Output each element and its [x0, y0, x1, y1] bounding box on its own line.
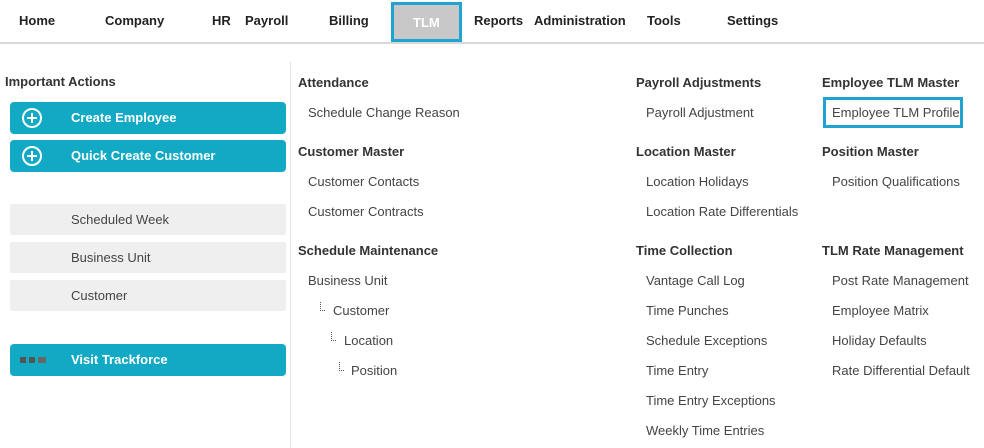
tree-branch-icon — [339, 362, 344, 371]
employee-matrix-link[interactable]: Employee Matrix — [832, 303, 929, 318]
nav-tools[interactable]: Tools — [647, 0, 681, 42]
nav-payroll[interactable]: Payroll — [245, 0, 288, 42]
customer-master-title: Customer Master — [298, 144, 405, 159]
position-qualifications-link[interactable]: Position Qualifications — [832, 174, 960, 189]
employee-tlm-master-title: Employee TLM Master — [822, 75, 960, 90]
customer-label: Customer — [71, 288, 128, 303]
create-employee-button[interactable]: Create Employee — [10, 102, 286, 134]
trackforce-logo-icon — [20, 357, 46, 364]
time-entry-link[interactable]: Time Entry — [646, 363, 708, 378]
nav-reports[interactable]: Reports — [474, 0, 523, 42]
scheduled-week-label: Scheduled Week — [71, 212, 170, 227]
quick-create-customer-label: Quick Create Customer — [71, 148, 216, 163]
visit-trackforce-button[interactable]: Visit Trackforce — [10, 344, 286, 376]
vantage-call-log-link[interactable]: Vantage Call Log — [646, 273, 745, 288]
schedule-maintenance-title: Schedule Maintenance — [298, 243, 439, 258]
visit-trackforce-label: Visit Trackforce — [71, 352, 168, 367]
customer-link[interactable]: Customer — [333, 303, 389, 318]
nav-tlm[interactable]: TLM — [391, 2, 462, 42]
location-holidays-link[interactable]: Location Holidays — [646, 174, 749, 189]
nav-company[interactable]: Company — [105, 0, 164, 42]
important-actions-title: Important Actions — [5, 74, 116, 89]
customer-button[interactable]: Customer — [10, 280, 286, 311]
create-employee-label: Create Employee — [71, 110, 177, 125]
weekly-time-entries-link[interactable]: Weekly Time Entries — [646, 423, 764, 438]
attendance-title: Attendance — [298, 75, 369, 90]
payroll-adjustment-link[interactable]: Payroll Adjustment — [646, 105, 754, 120]
time-punches-link[interactable]: Time Punches — [646, 303, 729, 318]
top-nav: Home Company HR Payroll Billing TLM Repo… — [0, 0, 984, 44]
plus-circle-icon — [22, 108, 42, 128]
payroll-adjustments-title: Payroll Adjustments — [636, 75, 762, 90]
nav-hr[interactable]: HR — [212, 0, 231, 42]
business-unit-button[interactable]: Business Unit — [10, 242, 286, 273]
nav-billing[interactable]: Billing — [329, 0, 369, 42]
post-rate-management-link[interactable]: Post Rate Management — [832, 273, 969, 288]
tree-branch-icon — [331, 332, 336, 341]
position-link[interactable]: Position — [351, 363, 397, 378]
scheduled-week-button[interactable]: Scheduled Week — [10, 204, 286, 235]
location-rate-differentials-link[interactable]: Location Rate Differentials — [646, 204, 798, 219]
location-master-title: Location Master — [636, 144, 736, 159]
nav-settings[interactable]: Settings — [727, 0, 778, 42]
position-master-title: Position Master — [822, 144, 919, 159]
nav-home[interactable]: Home — [19, 0, 55, 42]
customer-contacts-link[interactable]: Customer Contacts — [308, 174, 419, 189]
tree-branch-icon — [320, 302, 325, 311]
business-unit-label: Business Unit — [71, 250, 151, 265]
employee-tlm-profile-link[interactable]: Employee TLM Profile — [832, 105, 960, 120]
time-entry-exceptions-link[interactable]: Time Entry Exceptions — [646, 393, 776, 408]
time-collection-title: Time Collection — [636, 243, 733, 258]
business-unit-link[interactable]: Business Unit — [308, 273, 387, 288]
tlm-rate-management-title: TLM Rate Management — [822, 243, 964, 258]
location-link[interactable]: Location — [344, 333, 393, 348]
schedule-exceptions-link[interactable]: Schedule Exceptions — [646, 333, 767, 348]
rate-differential-default-link[interactable]: Rate Differential Default — [832, 363, 970, 378]
plus-circle-icon — [22, 146, 42, 166]
holiday-defaults-link[interactable]: Holiday Defaults — [832, 333, 927, 348]
customer-contracts-link[interactable]: Customer Contracts — [308, 204, 424, 219]
column-divider — [290, 62, 291, 448]
schedule-change-reason-link[interactable]: Schedule Change Reason — [308, 105, 460, 120]
quick-create-customer-button[interactable]: Quick Create Customer — [10, 140, 286, 172]
nav-administration[interactable]: Administration — [534, 0, 626, 42]
